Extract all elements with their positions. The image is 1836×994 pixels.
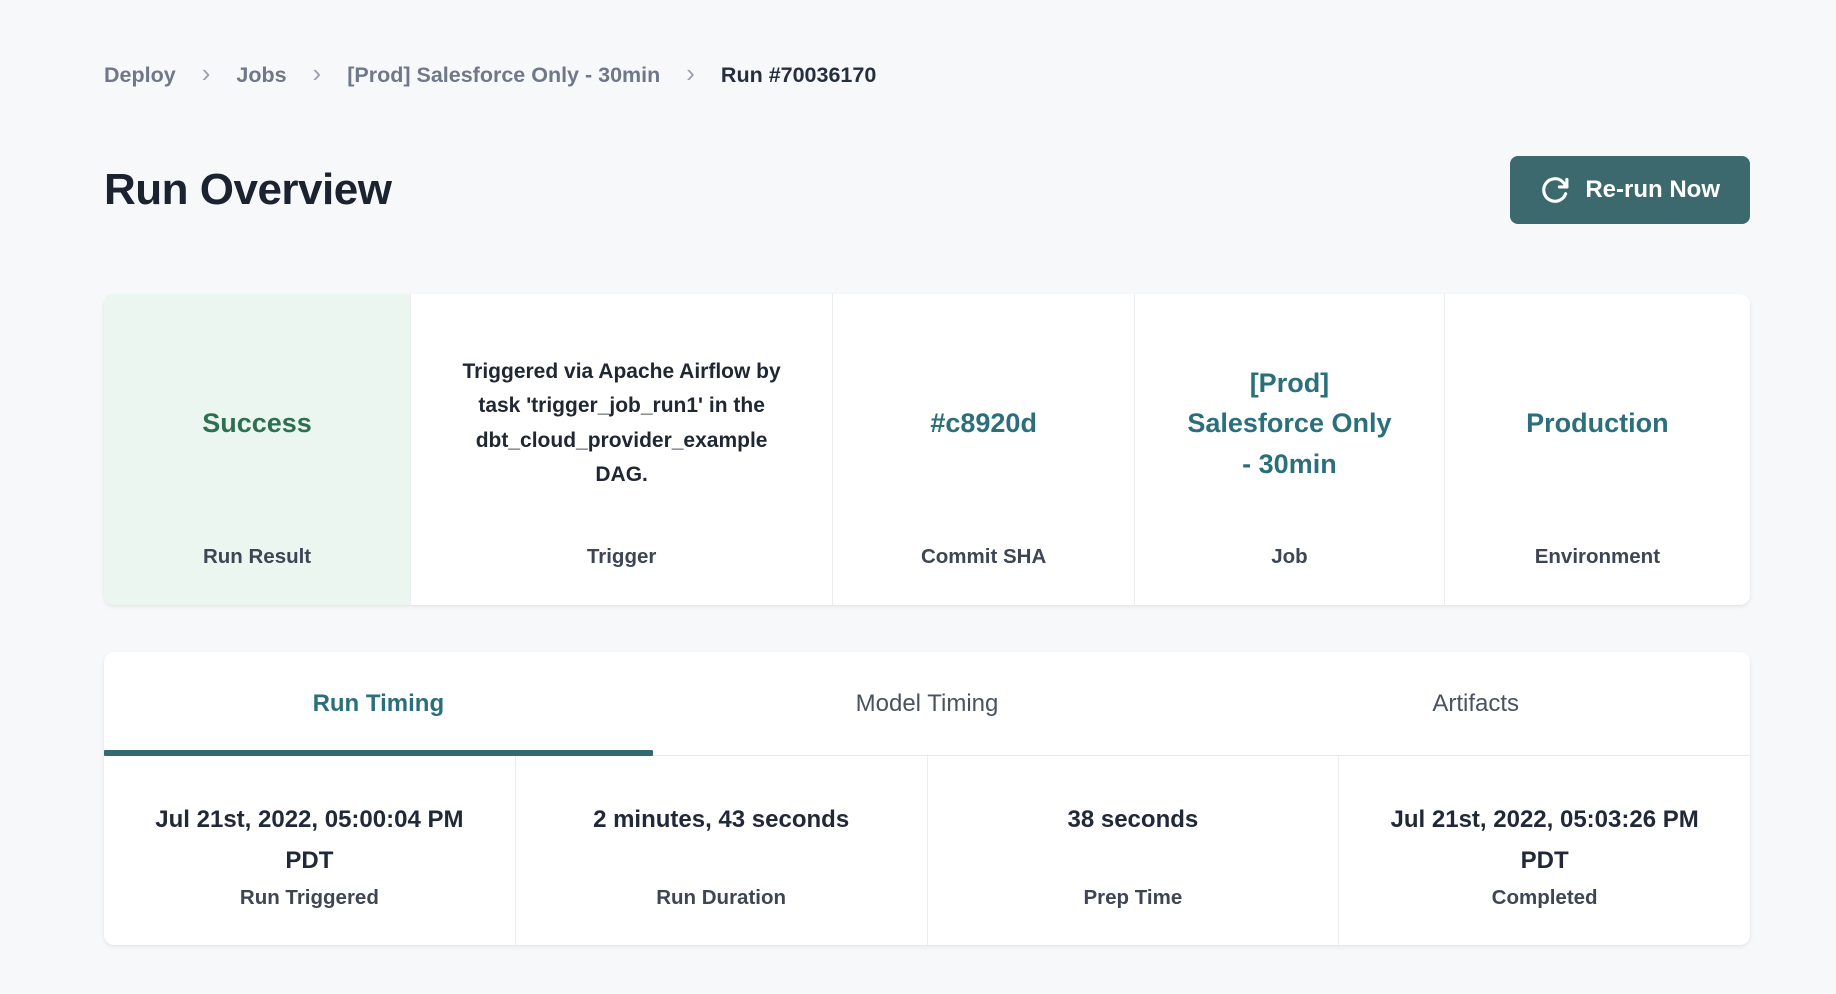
- environment-label: Environment: [1469, 545, 1726, 569]
- run-duration-label: Run Duration: [656, 886, 786, 910]
- trigger-value: Triggered via Apache Airflow by task 'tr…: [454, 355, 789, 491]
- breadcrumb-item-jobs[interactable]: Jobs: [236, 63, 286, 88]
- page-header: Run Overview Re-run Now: [104, 156, 1750, 224]
- trigger-label: Trigger: [435, 545, 808, 569]
- tab-model-timing[interactable]: Model Timing: [653, 652, 1202, 755]
- tab-bar: Run Timing Model Timing Artifacts: [104, 652, 1750, 756]
- commit-sha-link[interactable]: #c8920d: [930, 403, 1037, 444]
- timing-card-run-triggered: Jul 21st, 2022, 05:00:04 PM PDT Run Trig…: [104, 756, 516, 945]
- completed-label: Completed: [1492, 886, 1598, 910]
- breadcrumb-separator-icon: ›: [202, 60, 211, 86]
- job-link[interactable]: [Prod] Salesforce Only - 30min: [1179, 363, 1399, 485]
- environment-link[interactable]: Production: [1526, 403, 1669, 444]
- breadcrumb-item-job-name[interactable]: [Prod] Salesforce Only - 30min: [347, 63, 660, 88]
- active-tab-underline: [104, 750, 653, 756]
- run-result-label: Run Result: [128, 545, 386, 569]
- breadcrumb-separator-icon: ›: [686, 60, 695, 86]
- completed-value: Jul 21st, 2022, 05:03:26 PM PDT: [1377, 800, 1712, 886]
- commit-sha-value-wrap: #c8920d: [857, 320, 1110, 545]
- breadcrumb-item-deploy[interactable]: Deploy: [104, 63, 176, 88]
- run-triggered-value: Jul 21st, 2022, 05:00:04 PM PDT: [142, 800, 477, 886]
- page-title: Run Overview: [104, 165, 391, 215]
- breadcrumb: Deploy › Jobs › [Prod] Salesforce Only -…: [104, 62, 1750, 88]
- timing-card-prep-time: 38 seconds Prep Time: [928, 756, 1340, 945]
- run-result-value: Success: [202, 403, 312, 444]
- breadcrumb-separator-icon: ›: [313, 60, 322, 86]
- run-summary-cards: Success Run Result Triggered via Apache …: [104, 294, 1750, 605]
- trigger-value-wrap: Triggered via Apache Airflow by task 'tr…: [435, 320, 808, 545]
- rerun-refresh-icon: [1540, 175, 1570, 205]
- summary-card-commit-sha: #c8920d Commit SHA: [833, 294, 1135, 605]
- timing-card-run-duration: 2 minutes, 43 seconds Run Duration: [516, 756, 928, 945]
- rerun-button-label: Re-run Now: [1585, 176, 1720, 204]
- run-duration-value: 2 minutes, 43 seconds: [593, 800, 849, 886]
- run-triggered-label: Run Triggered: [240, 886, 379, 910]
- timing-card-completed: Jul 21st, 2022, 05:03:26 PM PDT Complete…: [1339, 756, 1750, 945]
- run-overview-page: Deploy › Jobs › [Prod] Salesforce Only -…: [104, 0, 1750, 945]
- summary-card-job: [Prod] Salesforce Only - 30min Job: [1135, 294, 1445, 605]
- run-result-value-wrap: Success: [128, 320, 386, 545]
- commit-sha-label: Commit SHA: [857, 545, 1110, 569]
- breadcrumb-item-run-number: Run #70036170: [721, 63, 876, 88]
- tab-artifacts-label: Artifacts: [1432, 690, 1519, 718]
- tab-model-timing-label: Model Timing: [856, 690, 999, 718]
- prep-time-value: 38 seconds: [1068, 800, 1199, 886]
- tab-run-timing[interactable]: Run Timing: [104, 652, 653, 755]
- job-label: Job: [1159, 545, 1420, 569]
- tab-artifacts[interactable]: Artifacts: [1201, 652, 1750, 755]
- rerun-now-button[interactable]: Re-run Now: [1510, 156, 1750, 224]
- summary-card-trigger: Triggered via Apache Airflow by task 'tr…: [411, 294, 833, 605]
- environment-value-wrap: Production: [1469, 320, 1726, 545]
- tab-run-timing-label: Run Timing: [313, 690, 445, 718]
- job-value-wrap: [Prod] Salesforce Only - 30min: [1159, 320, 1420, 545]
- run-detail-panel: Run Timing Model Timing Artifacts Jul 21…: [104, 652, 1750, 945]
- summary-card-environment: Production Environment: [1445, 294, 1750, 605]
- prep-time-label: Prep Time: [1084, 886, 1183, 910]
- run-timing-cards: Jul 21st, 2022, 05:00:04 PM PDT Run Trig…: [104, 756, 1750, 945]
- summary-card-run-result: Success Run Result: [104, 294, 411, 605]
